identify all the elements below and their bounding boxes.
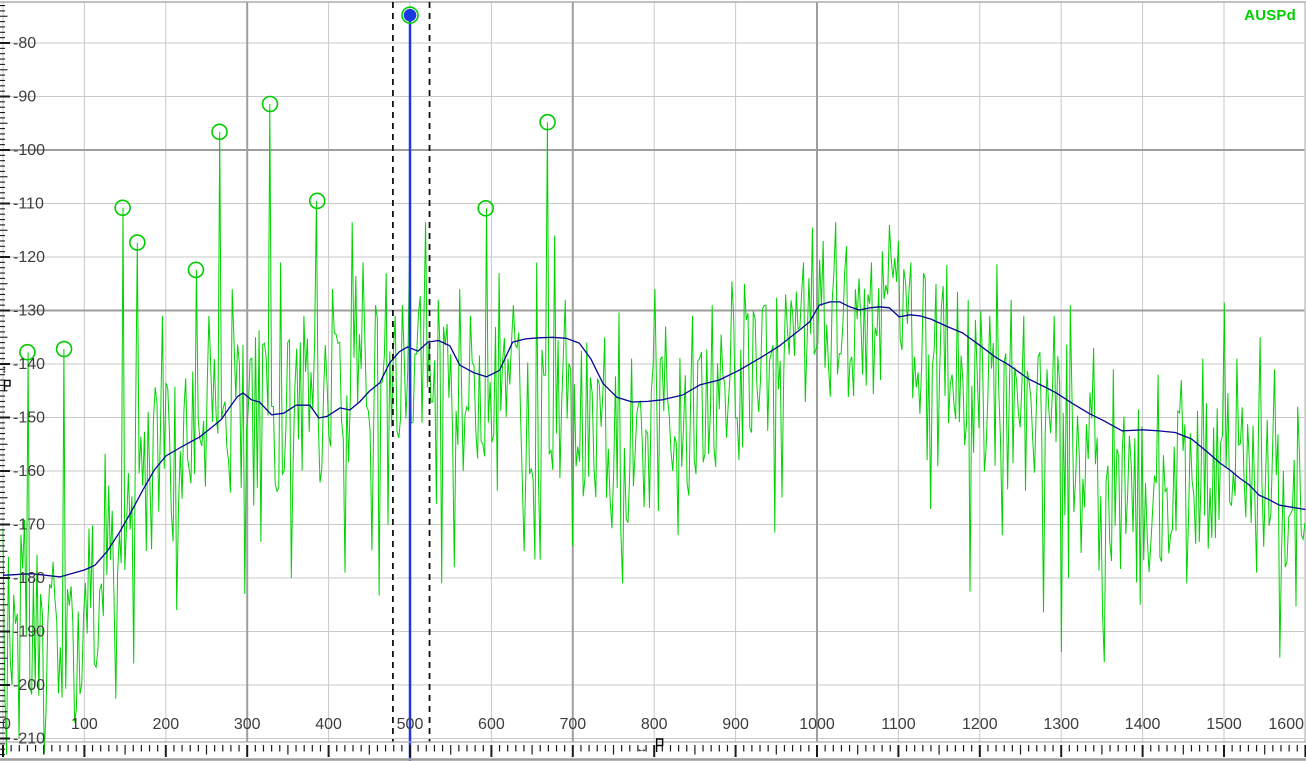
x-tick-label: 700 <box>559 716 586 733</box>
x-axis-drag-icon[interactable]: ↔ <box>636 743 647 755</box>
x-tick-label: 300 <box>234 716 261 733</box>
y-tick-label: -110 <box>13 196 44 213</box>
x-tick-label: 600 <box>478 716 505 733</box>
y-tick-label: -80 <box>13 35 36 52</box>
y-tick-label: -180 <box>13 570 45 587</box>
y-tick-label: -190 <box>13 624 45 641</box>
x-tick-label: 1600 <box>1268 716 1304 733</box>
y-tick-label: -120 <box>13 249 45 266</box>
y-tick-label: -90 <box>13 89 36 106</box>
spectrum-analyzer-window: 0 100 200 300 400 500 600 700 800 900 1000 1100 1200… <box>0 0 1306 761</box>
selected-peak-marker[interactable] <box>403 8 417 22</box>
spectrum-chart[interactable]: 0 100 200 300 400 500 600 700 800 900 1000 1100 1200… <box>0 0 1306 761</box>
x-tick-label: 1000 <box>799 716 835 733</box>
legend-label: AUSPd <box>1244 7 1296 24</box>
y-tick-label: -200 <box>13 677 45 694</box>
x-tick-label: 1300 <box>1043 716 1079 733</box>
x-tick-label: 400 <box>315 716 342 733</box>
y-tick-label: -210 <box>13 731 45 748</box>
y-tick-label: -170 <box>13 517 45 534</box>
x-tick-label: 0 <box>2 716 11 733</box>
x-tick-label: 1500 <box>1206 716 1242 733</box>
x-tick-label: 900 <box>722 716 749 733</box>
x-tick-label: 800 <box>641 716 668 733</box>
x-tick-label: 1100 <box>881 716 916 733</box>
x-tick-label: 200 <box>152 716 179 733</box>
y-tick-label: -150 <box>13 410 45 427</box>
x-tick-label: 1200 <box>962 716 998 733</box>
y-tick-label: -140 <box>13 356 45 373</box>
y-tick-label: -130 <box>13 303 45 320</box>
bottom-ruler[interactable] <box>0 741 1306 761</box>
y-tick-label: -100 <box>13 142 45 159</box>
y-axis-drag-icon[interactable]: ↕ <box>2 363 8 375</box>
x-tick-label: 100 <box>71 716 98 733</box>
y-tick-label: -160 <box>13 463 45 480</box>
x-tick-label: 500 <box>397 716 424 733</box>
x-tick-label: 1400 <box>1125 716 1161 733</box>
